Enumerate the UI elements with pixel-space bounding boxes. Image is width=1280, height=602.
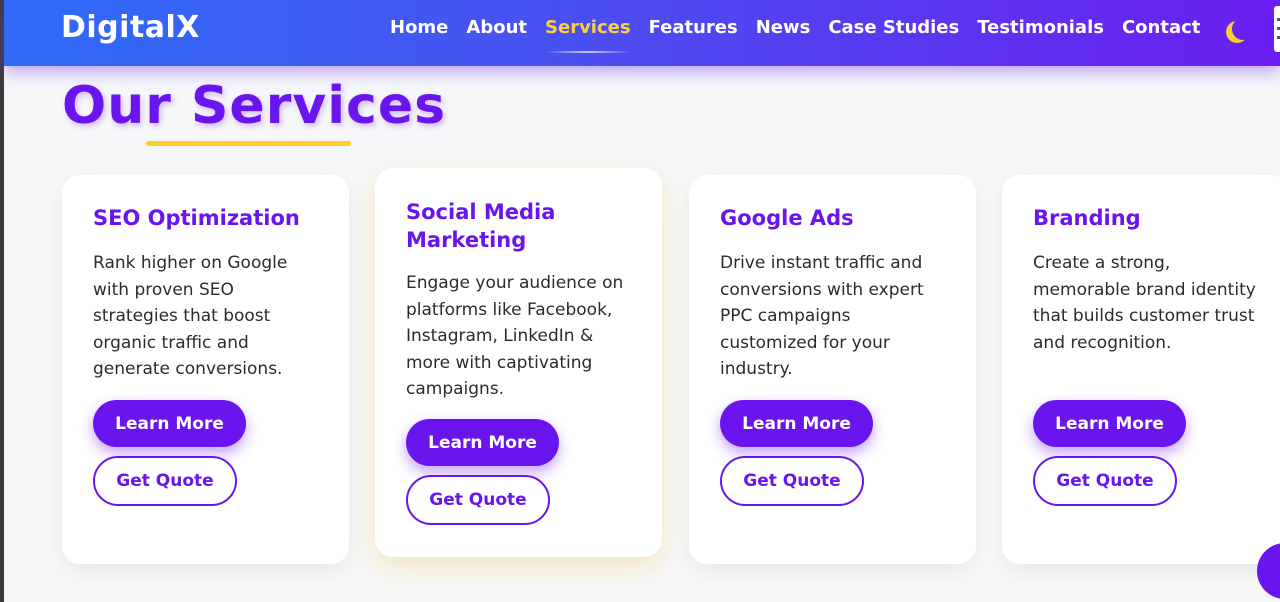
card-description: Drive instant traffic and conversions wi… <box>720 253 924 379</box>
menu-icon[interactable] <box>1274 6 1280 52</box>
get-quote-button[interactable]: Get Quote <box>406 475 550 525</box>
learn-more-button[interactable]: Learn More <box>93 400 246 447</box>
nav-link-news[interactable]: News <box>756 17 811 41</box>
service-card-branding: Branding Create a strong, memorable bran… <box>1002 175 1280 564</box>
nav-link-features[interactable]: Features <box>649 17 738 41</box>
card-title: Google Ads <box>720 206 854 230</box>
learn-more-button[interactable]: Learn More <box>720 400 873 447</box>
get-quote-button[interactable]: Get Quote <box>93 456 237 506</box>
get-quote-button[interactable]: Get Quote <box>1033 456 1177 506</box>
title-underline <box>146 141 351 146</box>
nav-links: Home About Services Features News Case S… <box>390 17 1218 53</box>
service-card-google-ads: Google Ads Drive instant traffic and con… <box>689 175 976 564</box>
card-title: Social Media Marketing <box>406 200 556 252</box>
navbar: DigitalX Home About Services Features Ne… <box>4 0 1280 66</box>
moon-icon[interactable] <box>1232 18 1254 40</box>
nav-link-home[interactable]: Home <box>390 17 448 41</box>
card-description: Engage your audience on platforms like F… <box>406 273 624 399</box>
nav-link-about[interactable]: About <box>466 17 527 41</box>
card-title: Branding <box>1033 206 1141 230</box>
card-description: Create a strong, memorable brand identit… <box>1033 253 1256 353</box>
service-card-social-media: Social Media Marketing Engage your audie… <box>375 168 662 557</box>
learn-more-button[interactable]: Learn More <box>1033 400 1186 447</box>
page: DigitalX Home About Services Features Ne… <box>0 0 1280 602</box>
section-title: Our Services <box>62 76 447 136</box>
nav-link-testimonials[interactable]: Testimonials <box>977 17 1104 41</box>
service-card-seo: SEO Optimization Rank higher on Google w… <box>62 175 349 564</box>
learn-more-button[interactable]: Learn More <box>406 419 559 466</box>
card-description: Rank higher on Google with proven SEO st… <box>93 253 288 379</box>
get-quote-button[interactable]: Get Quote <box>720 456 864 506</box>
logo[interactable]: DigitalX <box>61 10 200 45</box>
nav-link-services[interactable]: Services <box>545 17 631 53</box>
nav-link-contact[interactable]: Contact <box>1122 17 1200 41</box>
nav-link-case-studies[interactable]: Case Studies <box>828 17 959 41</box>
card-title: SEO Optimization <box>93 206 300 230</box>
window-edge <box>0 0 4 602</box>
